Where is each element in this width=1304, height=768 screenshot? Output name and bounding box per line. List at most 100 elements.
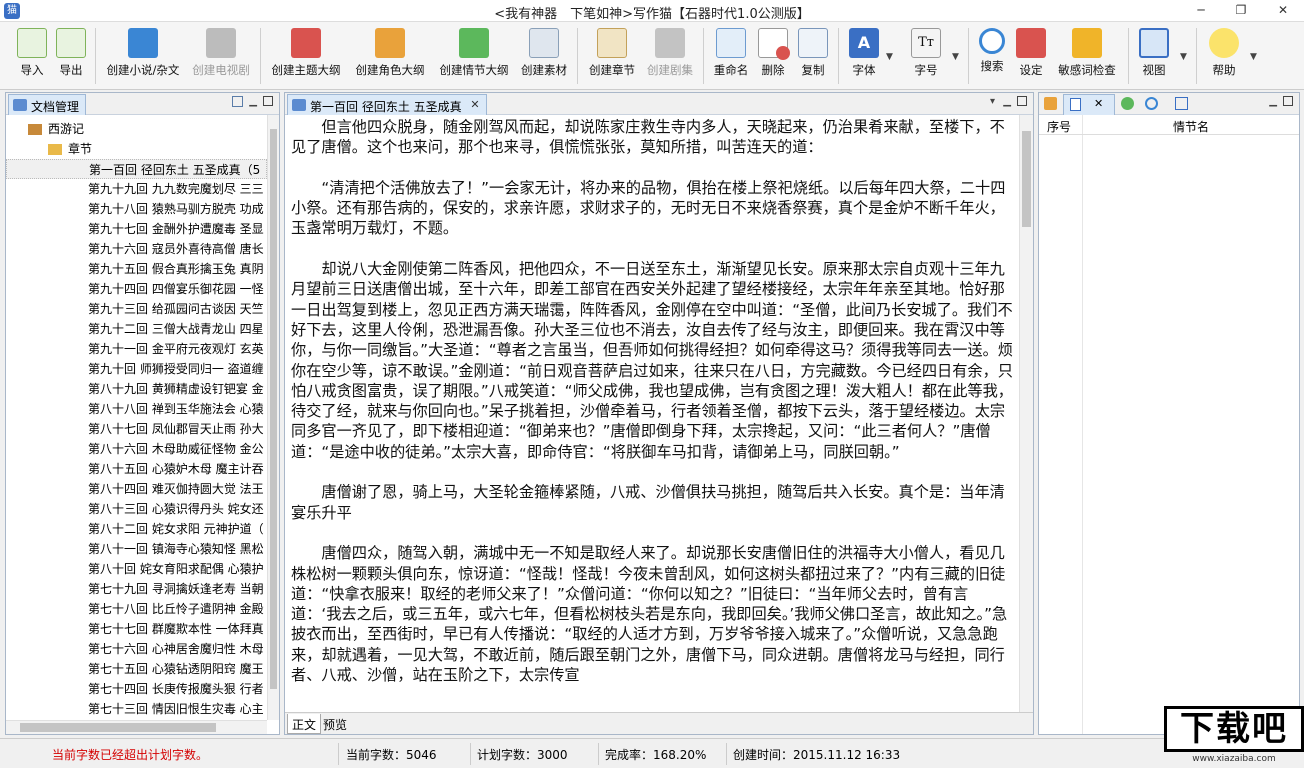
chapter-item[interactable]: 第一百回 径回东土 五圣成真（5 <box>6 159 267 179</box>
font-size-button[interactable]: Tт 字号 <box>906 26 946 78</box>
chapter-item[interactable]: 第九十三回 给孤园问古谈因 天竺 <box>88 299 267 319</box>
view-button[interactable]: 视图 <box>1134 26 1174 78</box>
view-dropdown-arrow[interactable]: ▼ <box>1180 52 1187 62</box>
sensitive-check-button[interactable]: 敏感词检查 <box>1053 26 1121 78</box>
book-icon <box>28 124 42 135</box>
material-doc-icon <box>529 28 559 58</box>
chapter-item[interactable]: 第八十九回 黄狮精虚设钉钯宴 金 <box>88 379 267 399</box>
scroll-thumb[interactable] <box>270 129 277 689</box>
create-tv-button[interactable]: 创建电视剧 <box>188 26 254 78</box>
maximize-button[interactable]: ❐ <box>1226 0 1256 20</box>
create-plot-label: 创建情节大纲 <box>439 63 509 77</box>
chapter-item[interactable]: 第九十二回 三僧大战青龙山 四星 <box>88 319 267 339</box>
tab-chapter-100[interactable]: 第一百回 径回东土 五圣成真 ✕ <box>287 94 487 115</box>
export-icon <box>56 28 86 58</box>
chapter-item[interactable]: 第七十七回 群魔欺本性 一体拜真 <box>88 619 267 639</box>
create-chapter-button[interactable]: 创建章节 <box>584 26 640 78</box>
chapter-item[interactable]: 第八十四回 难灭伽持圆大觉 法王 <box>88 479 267 499</box>
chapter-item[interactable]: 第八十二回 姹女求阳 元神护道（ <box>88 519 267 539</box>
text-editor[interactable]: 但言他四众脱身，随金刚驾风而起，却说陈家庄救生寺内多人，天晓起来，仍治果肴来献，… <box>285 115 1019 712</box>
rename-button[interactable]: 重命名 <box>709 26 753 78</box>
close-tab-icon[interactable]: ✕ <box>470 98 479 111</box>
chapter-item[interactable]: 第八十一回 镇海寺心猿知怪 黑松 <box>88 539 267 559</box>
chapter-item[interactable]: 第八十三回 心猿识得丹头 姹女还 <box>88 499 267 519</box>
maximize-editor-icon[interactable] <box>1017 96 1027 106</box>
font-size-dropdown-arrow[interactable]: ▼ <box>952 52 959 62</box>
help-dropdown-arrow[interactable]: ▼ <box>1250 52 1257 62</box>
settings-wrench-icon <box>1016 28 1046 58</box>
chapter-item[interactable]: 第八十七回 凤仙郡冒天止雨 孙大 <box>88 419 267 439</box>
search-button[interactable]: 搜索 <box>974 26 1010 74</box>
minimize-panel-icon[interactable]: ▁ <box>249 96 257 107</box>
maximize-plot-panel-icon[interactable] <box>1283 96 1293 106</box>
tab-preview[interactable]: 预览 <box>319 714 351 734</box>
tab-body[interactable]: 正文 <box>287 714 322 734</box>
chapter-item[interactable]: 第八十八回 禅到玉华施法会 心猿 <box>88 399 267 419</box>
export-label: 导出 <box>59 63 83 77</box>
chapter-item[interactable]: 第七十五回 心猿钻透阴阳窍 魔王 <box>88 659 267 679</box>
lighthouse-icon <box>291 28 321 58</box>
tree-horizontal-scrollbar[interactable] <box>6 720 267 734</box>
create-plot-button[interactable]: 创建情节大纲 <box>434 26 514 78</box>
chapter-item[interactable]: 第九十六回 寇员外喜待高僧 唐长 <box>88 239 267 259</box>
chapter-item[interactable]: 第九十七回 金酬外护遭魔毒 圣显 <box>88 219 267 239</box>
watermark-url: www.xiazaiba.com <box>1192 754 1276 764</box>
window-tab-icon[interactable] <box>1175 97 1188 110</box>
chapter-item[interactable]: 第八十五回 心猿妒木母 魔主计吞 <box>88 459 267 479</box>
export-button[interactable]: 导出 <box>53 26 89 78</box>
tree-folder-chapters[interactable]: 章节 <box>48 139 92 159</box>
create-role-button[interactable]: 创建角色大纲 <box>350 26 430 78</box>
chapter-item[interactable]: 第九十回 师狮授受同归一 盗道缠 <box>88 359 267 379</box>
font-dropdown-arrow[interactable]: ▼ <box>886 52 893 62</box>
close-button[interactable]: ✕ <box>1264 0 1302 20</box>
chapter-item[interactable]: 第七十三回 情因旧恨生灾毒 心主 <box>88 699 267 719</box>
maximize-panel-icon[interactable] <box>263 96 273 106</box>
editor-vertical-scrollbar[interactable] <box>1019 115 1033 712</box>
minimize-plot-panel-icon[interactable]: ▁ <box>1269 96 1277 107</box>
editor-panel: 第一百回 径回东土 五圣成真 ✕ ▾ ▁ 但言他四众脱身，随金刚驾风而起，却说陈… <box>284 92 1034 735</box>
chapter-item[interactable]: 第九十五回 假合真形擒玉兔 真阴 <box>88 259 267 279</box>
create-novel-button[interactable]: 创建小说/杂文 <box>100 26 186 78</box>
settings-button[interactable]: 设定 <box>1013 26 1049 78</box>
copy-button[interactable]: 复制 <box>795 26 831 78</box>
chapter-item[interactable]: 第七十九回 寻洞擒妖逢老寿 当朝 <box>88 579 267 599</box>
create-theme-button[interactable]: 创建主题大纲 <box>266 26 346 78</box>
tree-book[interactable]: 西游记 <box>28 119 84 139</box>
lightbulb-icon <box>1209 28 1239 58</box>
scroll-thumb[interactable] <box>20 723 216 732</box>
close-tab-icon[interactable]: ✕ <box>1094 97 1103 110</box>
chapter-item[interactable]: 第八十六回 木母助威征怪物 金公 <box>88 439 267 459</box>
create-material-button[interactable]: 创建素材 <box>516 26 572 78</box>
col-index[interactable]: 序号 <box>1047 118 1071 135</box>
minimize-button[interactable]: ─ <box>1186 0 1216 20</box>
minimize-editor-icon[interactable]: ▁ <box>1003 96 1011 107</box>
toolbar-separator <box>703 28 704 84</box>
create-scene-button[interactable]: 创建剧集 <box>642 26 698 78</box>
chapter-item[interactable]: 第九十九回 九九数完魔划尽 三三 <box>88 179 267 199</box>
import-button[interactable]: 导入 <box>14 26 50 78</box>
scroll-thumb[interactable] <box>1022 131 1031 227</box>
help-button[interactable]: 帮助 <box>1204 26 1244 78</box>
col-plot-name[interactable]: 情节名 <box>1173 118 1209 135</box>
chapter-item[interactable]: 第九十八回 猿熟马驯方脱壳 功成 <box>88 199 267 219</box>
chapter-item[interactable]: 第七十八回 比丘怜子遣阴神 金殿 <box>88 599 267 619</box>
collapse-icon[interactable] <box>232 96 243 107</box>
refresh-tab-icon[interactable] <box>1121 97 1134 110</box>
create-material-label: 创建素材 <box>521 63 567 77</box>
paragraph: “清清把个活佛放去了！”一会家无计，将办来的品物，俱抬在楼上祭祀烧纸。以后每年四… <box>291 178 1006 238</box>
editor-menu-icon[interactable]: ▾ <box>990 96 995 107</box>
tab-plot[interactable]: ✕ <box>1063 94 1115 115</box>
chapter-item[interactable]: 第七十四回 长庚传报魔头狠 行者 <box>88 679 267 699</box>
tab-document-manager[interactable]: 文档管理 <box>8 94 87 115</box>
chapter-item[interactable]: 第八十回 姹女育阳求配偶 心猿护 <box>88 559 267 579</box>
role-tab-icon[interactable] <box>1044 97 1057 110</box>
chapter-item[interactable]: 第九十四回 四僧宴乐御花园 一怪 <box>88 279 267 299</box>
tree-vertical-scrollbar[interactable] <box>267 115 279 720</box>
chapter-tab-icon <box>292 99 306 111</box>
view-label: 视图 <box>1142 63 1166 77</box>
search-tab-icon[interactable] <box>1145 97 1158 110</box>
font-button[interactable]: A 字体 <box>846 26 882 78</box>
delete-button[interactable]: 删除 <box>755 26 791 78</box>
chapter-item[interactable]: 第九十一回 金平府元夜观灯 玄英 <box>88 339 267 359</box>
chapter-item[interactable]: 第七十六回 心神居舍魔归性 木母 <box>88 639 267 659</box>
